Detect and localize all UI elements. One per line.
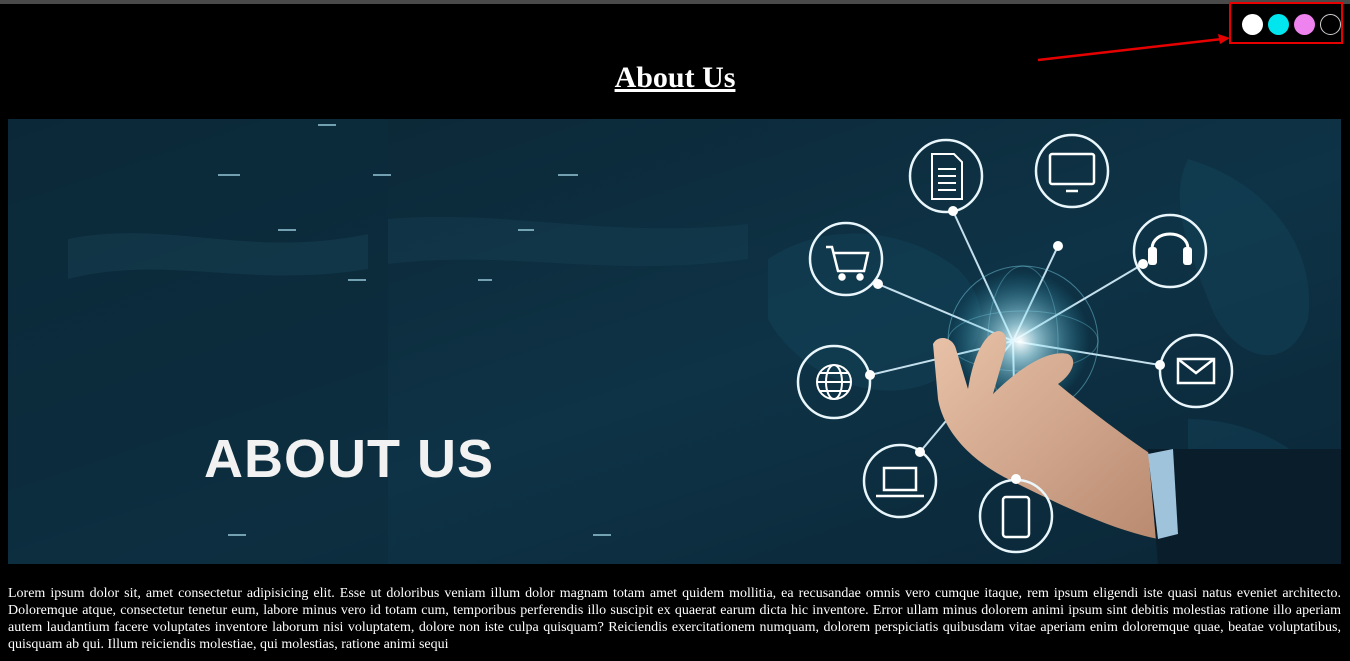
swatch-violet[interactable] [1294,14,1315,35]
swatch-cyan[interactable] [1268,14,1289,35]
about-paragraph: Lorem ipsum dolor sit, amet consectetur … [8,586,1341,652]
hero-overlay-text: ABOUT US [204,429,494,489]
page-title: About Us [614,61,736,94]
browser-top-edge [0,0,1350,4]
swatch-black[interactable] [1320,14,1341,35]
hero-banner: ABOUT US [8,119,1341,564]
theme-picker [1229,2,1343,44]
swatch-white[interactable] [1242,14,1263,35]
